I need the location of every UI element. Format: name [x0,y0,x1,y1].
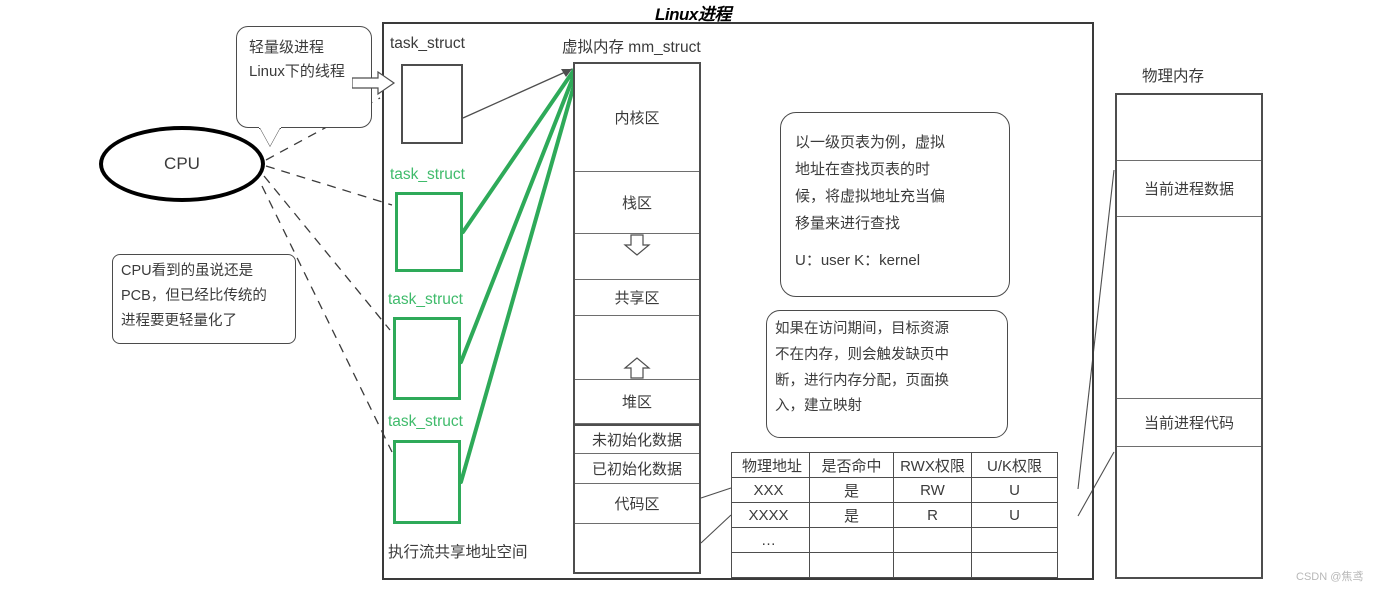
cpu-node: CPU [99,126,265,202]
arrow-up-icon [623,357,651,379]
table-cell: XXXX [731,502,810,528]
table-cell: RW [893,477,972,503]
page-table-body: XXX 是 RW U XXXX 是 R U… [731,477,1058,578]
task-struct-label-3: task_struct [388,413,463,430]
vm-segment-cell [575,524,699,570]
exec-flow-note: 执行流共享地址空间 [388,544,528,561]
watermark: CSDN @焦鸢 [1296,571,1364,583]
task-struct-box-2 [393,317,461,400]
table-cell [809,527,894,553]
physmem-cell-label: 当前进程代码 [1143,415,1234,432]
callout-line: 如果在访问期间，目标资源 [775,321,949,337]
vm-segment-cell [575,234,699,280]
diagram-canvas: Linux进程 CPU 轻量级进程 Linux下的线程 CPU看到的虽说还是 P… [0,0,1385,593]
table-cell [809,552,894,578]
table-cell: 是 [809,477,894,503]
table-cell [893,552,972,578]
table-cell [971,527,1058,553]
table-row: XXX 是 RW U [731,477,1058,503]
page-table: 物理地址 是否命中 RWX权限 U/K权限 XXX 是 RW U XXXX 是 R U… [731,452,1058,578]
task-struct-box-0 [401,64,463,144]
callout-uk-legend: U：user K：kernel [795,252,921,269]
table-row: XXXX 是 R U [731,502,1058,528]
callout-page-fault-note: 如果在访问期间，目标资源 不在内存，则会触发缺页中 断，进行内存分配，页面换 入… [766,310,1008,438]
table-cell: … [731,527,810,553]
task-struct-label-0: task_struct [390,35,465,52]
callout-line: Linux下的线程 [249,63,345,81]
vm-segment-label: 内核区 [614,110,660,127]
callout-line: 以一级页表为例，虚拟 [795,134,946,151]
physical-memory-title: 物理内存 [1142,68,1205,85]
virtual-memory-column: 内核区栈区共享区堆区未初始化数据 已初始化数据 代码区 [573,62,701,574]
task-struct-label-1: task_struct [390,166,465,183]
callout-line: 断，进行内存分配，页面换 [775,372,949,389]
task-struct-label-2: task_struct [388,291,463,308]
callout-line: 入，建立映射 [775,398,862,415]
callout-line: 移量来进行查找 [795,215,901,232]
vm-segment-label: 未初始化数据 [591,432,682,449]
table-header-row: 物理地址 是否命中 RWX权限 U/K权限 [731,452,1058,478]
vm-segment-label: 代码区 [614,496,660,513]
column-header: 物理地址 [731,452,810,478]
vm-segment-cell: 堆区 [575,380,699,424]
physmem-cell [1117,447,1261,577]
callout-line: 不在内存，则会触发缺页中 [775,346,949,363]
physical-memory-column: 当前进程数据 当前进程代码 [1115,93,1263,579]
vm-segment-cell: 已初始化数据 [575,454,699,484]
vm-segment-cell: 内核区 [575,64,699,172]
physmem-cell-label: 当前进程数据 [1143,181,1234,198]
table-cell: 是 [809,502,894,528]
table-row [731,552,1058,578]
vm-segment-cell: 代码区 [575,484,699,524]
table-cell: U [971,502,1058,528]
physmem-cell: 当前进程数据 [1117,161,1261,217]
vm-segment-label: 共享区 [614,290,660,307]
callout-line: 进程要更轻量化了 [121,313,237,330]
physmem-cell [1117,95,1261,161]
physmem-cell: 当前进程代码 [1117,399,1261,447]
vm-segment-cell: 未初始化数据 [575,424,699,454]
callout-line: 轻量级进程 [249,39,325,56]
callout-tail-icon [259,125,281,146]
task-struct-box-3 [393,440,461,524]
table-cell [731,552,810,578]
vm-segment-cell [575,316,699,380]
virtual-memory-title: 虚拟内存 mm_struct [562,39,701,56]
table-row: … [731,527,1058,553]
vm-segment-cell: 共享区 [575,280,699,316]
physmem-cell [1117,217,1261,399]
table-cell: U [971,477,1058,503]
table-cell: R [893,502,972,528]
table-cell [893,527,972,553]
arrow-down-icon [623,234,651,256]
callout-line: 候，将虚拟地址充当偏 [795,188,946,205]
callout-line: CPU看到的虽说还是 [121,263,254,279]
table-cell: XXX [731,477,810,503]
vm-segment-label: 堆区 [621,394,652,411]
cpu-label: CPU [164,154,200,173]
callout-page-table-note: 以一级页表为例，虚拟 地址在查找页表的时 候，将虚拟地址充当偏 移量来进行查找 … [780,112,1010,297]
table-cell [971,552,1058,578]
column-header: RWX权限 [893,452,972,478]
column-header: U/K权限 [971,452,1058,478]
callout-line: PCB，但已经比传统的 [121,288,267,305]
callout-line: 地址在查找页表的时 [795,161,931,178]
vm-segment-cell: 栈区 [575,172,699,234]
task-struct-box-1 [395,192,463,272]
vm-segment-label: 已初始化数据 [591,461,682,478]
vm-segment-label: 栈区 [621,195,652,212]
column-header: 是否命中 [809,452,894,478]
callout-pcb-note: CPU看到的虽说还是 PCB，但已经比传统的 进程要更轻量化了 [112,254,296,344]
